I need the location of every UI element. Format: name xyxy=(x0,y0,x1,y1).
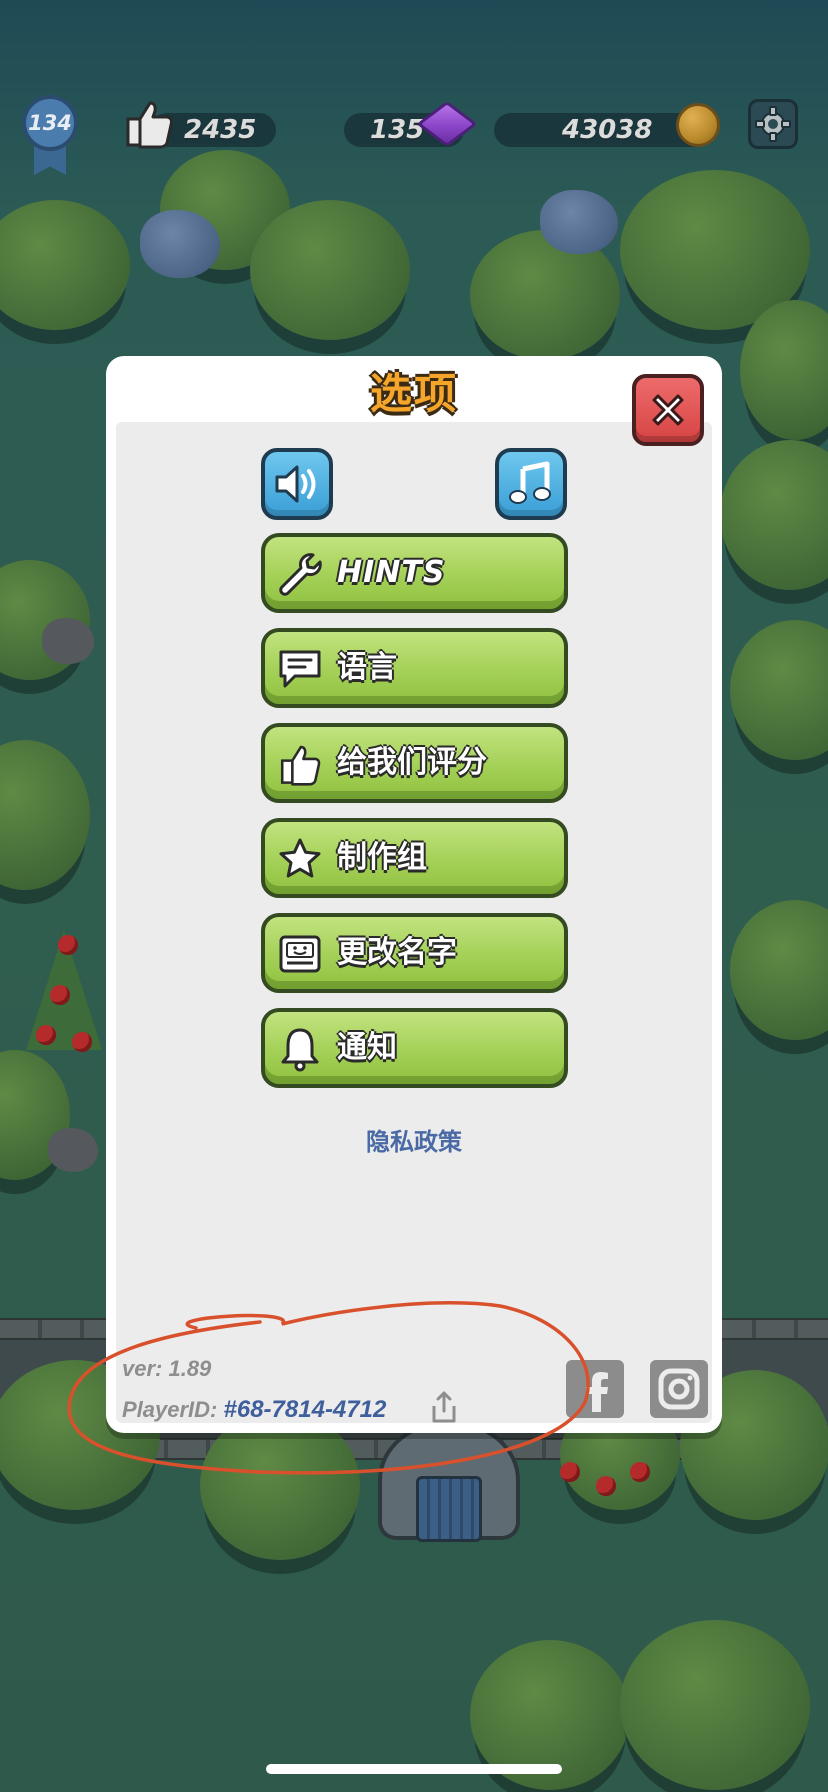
top-hud: 134 2435 135 43038 xyxy=(0,95,828,175)
version-text: ver: 1.89 xyxy=(122,1356,212,1381)
name-card-icon xyxy=(277,933,323,975)
player-id-label: PlayerID: xyxy=(122,1397,218,1422)
bell-icon xyxy=(277,1028,323,1072)
speech-bubble-icon xyxy=(277,648,323,690)
share-icon[interactable] xyxy=(430,1390,458,1424)
rate-us-label: 给我们评分 xyxy=(337,745,487,780)
sound-toggle-button[interactable] xyxy=(261,448,333,520)
home-indicator xyxy=(266,1764,562,1774)
player-id: PlayerID: #68-7814-4712 xyxy=(122,1396,386,1424)
hints-button[interactable]: HINTS xyxy=(261,533,568,613)
close-icon xyxy=(652,394,684,426)
music-toggle-button[interactable] xyxy=(495,448,567,520)
gear-icon xyxy=(755,106,791,142)
dialog-title: 选项 xyxy=(369,369,458,418)
music-note-icon xyxy=(509,461,551,504)
credits-button[interactable]: 制作组 xyxy=(261,818,568,898)
speaker-icon xyxy=(275,465,316,503)
close-button[interactable] xyxy=(632,374,704,446)
language-button[interactable]: 语言 xyxy=(261,628,568,708)
facebook-icon xyxy=(586,1372,608,1412)
hints-label: HINTS xyxy=(337,555,446,590)
notifications-button[interactable]: 通知 xyxy=(261,1008,568,1088)
privacy-policy-link[interactable]: 隐私政策 xyxy=(106,1122,722,1157)
coins-value: 43038 xyxy=(562,115,653,145)
star-icon xyxy=(277,838,323,880)
thumbs-up-icon xyxy=(126,101,173,149)
instagram-button[interactable] xyxy=(650,1360,708,1418)
wrench-icon xyxy=(277,553,323,596)
language-label: 语言 xyxy=(337,650,397,685)
coin-icon xyxy=(676,103,720,147)
likes-value: 2435 xyxy=(184,115,257,145)
gems-value: 135 xyxy=(370,115,425,145)
thumbs-up-icon xyxy=(277,743,323,786)
level-badge-icon[interactable]: 134 xyxy=(22,95,78,151)
level-value: 134 xyxy=(28,111,72,135)
instagram-icon xyxy=(658,1368,700,1410)
rate-us-button[interactable]: 给我们评分 xyxy=(261,723,568,803)
player-id-value[interactable]: #68-7814-4712 xyxy=(224,1396,387,1423)
facebook-button[interactable] xyxy=(566,1360,624,1418)
credits-label: 制作组 xyxy=(337,840,427,875)
change-name-label: 更改名字 xyxy=(337,935,457,970)
notifications-label: 通知 xyxy=(337,1030,397,1065)
settings-button[interactable] xyxy=(748,99,798,149)
change-name-button[interactable]: 更改名字 xyxy=(261,913,568,993)
